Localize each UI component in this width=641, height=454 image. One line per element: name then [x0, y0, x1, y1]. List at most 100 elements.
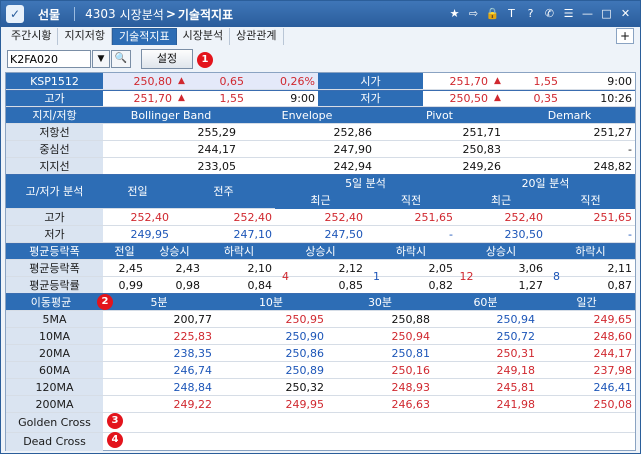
ma-value: 250,94 — [391, 330, 431, 343]
dead-cross-row: Dead Cross — [6, 433, 635, 451]
ma-value: 248,84 — [173, 381, 213, 394]
golden-cross-row: Golden Cross — [6, 413, 635, 433]
low-price: 250,50 — [449, 92, 489, 105]
hl-value: 252,40 — [130, 211, 170, 224]
sr-header-3: Pivot — [375, 108, 504, 123]
screen-title: 기술적지표 — [177, 7, 234, 22]
text-icon[interactable]: T — [503, 5, 520, 22]
ma-period: 30분 — [327, 294, 433, 310]
avg-label: 평균등락폭 — [6, 260, 103, 276]
ma-value: 250,08 — [593, 398, 633, 411]
ma-row: 10MA 225,83 250,90 250,94 250,72 248,60 — [6, 328, 635, 345]
hl-row: 고가 252,40 252,40 252,40 251,65 252,40 251,65 — [6, 209, 635, 226]
avg-value: 2,05 — [428, 262, 454, 275]
screen-section: 시장분석 — [119, 7, 164, 22]
ma-value: 250,88 — [391, 313, 431, 326]
minimize-icon[interactable]: — — [579, 5, 596, 22]
ma-value: 244,17 — [593, 347, 633, 360]
high-price: 251,70 — [133, 92, 173, 105]
close-icon[interactable]: ✕ — [617, 5, 634, 22]
open-label: 시가 — [318, 73, 423, 89]
tab-4[interactable]: 상관관계 — [230, 28, 284, 45]
hl-value: 230,50 — [504, 228, 544, 241]
ma-value: 246,41 — [593, 381, 633, 394]
sr-env: 242,94 — [333, 160, 373, 173]
ma-value: 249,22 — [173, 398, 213, 411]
sr-header-0: 지지/저항 — [6, 108, 103, 123]
hl-value: 251,65 — [414, 211, 454, 224]
ma-row: 20MA 238,35 250,86 250,81 250,31 244,17 — [6, 345, 635, 362]
ma-value: 250,90 — [285, 330, 325, 343]
up-arrow-icon: ▲ — [494, 76, 501, 86]
avg-row: 평균등락폭 2,45 2,43 2,10 2,12 2,05 3,06 2,11 — [6, 260, 635, 277]
section-divider — [6, 90, 635, 91]
ma-value: 249,65 — [593, 313, 633, 326]
badge-2: 2 — [97, 294, 113, 310]
tab-3[interactable]: 시장분석 — [177, 28, 231, 45]
indicator-grid: KSP1512 250,80 ▲ 0,65 0,26% 시가 251,70 ▲ 1,55 9:00… — [5, 72, 636, 451]
screen-code: 4303 — [85, 7, 116, 21]
add-tab-button[interactable]: + — [616, 28, 634, 44]
sr-demark: 251,27 — [593, 126, 633, 139]
section-divider — [6, 107, 635, 108]
ma-value: 250,72 — [496, 330, 536, 343]
avg-label: 평균등락률 — [6, 277, 103, 293]
menu-icon[interactable]: ☰ — [560, 5, 577, 22]
help-icon[interactable]: ? — [522, 5, 539, 22]
export-icon[interactable]: ⇨ — [465, 5, 482, 22]
hl-prior-20: 직전 — [546, 192, 635, 209]
tab-1[interactable]: 지지저항 — [58, 28, 112, 45]
sr-header-1: Bollinger Band — [103, 108, 239, 123]
avg-row: 평균등락률 0,99 0,98 0,84 0,85 0,82 1,27 0,87 — [6, 277, 635, 294]
ma-label: 10MA — [6, 328, 103, 344]
title-bar: ✓ 선물 4303 시장분석 > 기술적지표 ★ ⇨ 🔒 T? ✆ ☰ — □ ✕ — [1, 1, 640, 27]
code-input[interactable] — [7, 50, 91, 68]
quote-change: 0,65 — [219, 75, 245, 88]
tab-0[interactable]: 주간시황 — [5, 28, 59, 45]
ma-value: 248,60 — [593, 330, 633, 343]
hl-label: 저가 — [6, 226, 103, 242]
quote-row-1: KSP1512 250,80 ▲ 0,65 0,26% 시가 251,70 ▲ 1,55 9:00 — [6, 73, 635, 90]
maximize-icon[interactable]: □ — [598, 5, 615, 22]
phone-icon[interactable]: ✆ — [541, 5, 558, 22]
avg-value: 2,12 — [338, 262, 364, 275]
ma-label: 200MA — [6, 396, 103, 412]
sr-header-2: Envelope — [239, 108, 375, 123]
ma-value: 250,31 — [496, 347, 536, 360]
ma-value: 237,98 — [593, 364, 633, 377]
sr-demark: 248,82 — [593, 160, 633, 173]
avg-down: 하락시 — [203, 244, 275, 259]
sr-env: 247,90 — [333, 143, 373, 156]
avg-count: 1 — [373, 270, 380, 283]
ma-value: 250,89 — [285, 364, 325, 377]
avg-up-20: 상승시 — [456, 244, 546, 259]
app-window: ✓ 선물 4303 시장분석 > 기술적지표 ★ ⇨ 🔒 T? ✆ ☰ — □ ✕ 주간시황 지지… — [0, 0, 641, 454]
search-icon[interactable]: 🔍 — [111, 50, 131, 68]
badge-1: 1 — [197, 52, 213, 68]
code-dropdown-button[interactable]: ▼ — [92, 50, 110, 68]
hl-title: 고/저가 분석 — [6, 175, 103, 208]
avg-value: 0,85 — [338, 279, 364, 292]
hl-value: - — [628, 228, 632, 241]
avg-header-row: 평균등락폭 전일 상승시 하락시 상승시 하락시 상승시 하락시 — [6, 244, 635, 260]
avg-prev: 전일 — [103, 244, 146, 259]
ma-value: 250,16 — [391, 364, 431, 377]
ma-value: 250,81 — [391, 347, 431, 360]
avg-title: 평균등락폭 — [6, 244, 103, 259]
settings-button[interactable]: 설정 — [141, 49, 193, 69]
avg-count: 12 — [459, 270, 474, 283]
hl-recent-20: 최근 — [456, 192, 546, 209]
star-icon[interactable]: ★ — [446, 5, 463, 22]
avg-value: 0,98 — [175, 279, 201, 292]
ma-label: 20MA — [6, 345, 103, 361]
ma-value: 250,95 — [285, 313, 325, 326]
lock-icon[interactable]: 🔒 — [484, 5, 501, 22]
tab-2[interactable]: 기술적지표 — [111, 28, 177, 45]
ma-label: 60MA — [6, 362, 103, 378]
golden-cross-label: Golden Cross — [6, 413, 103, 432]
badge-4: 4 — [107, 432, 123, 448]
up-arrow-icon: ▲ — [178, 93, 185, 103]
sr-bb: 233,05 — [197, 160, 237, 173]
section-divider — [6, 293, 635, 294]
hl-value: 247,10 — [233, 228, 273, 241]
